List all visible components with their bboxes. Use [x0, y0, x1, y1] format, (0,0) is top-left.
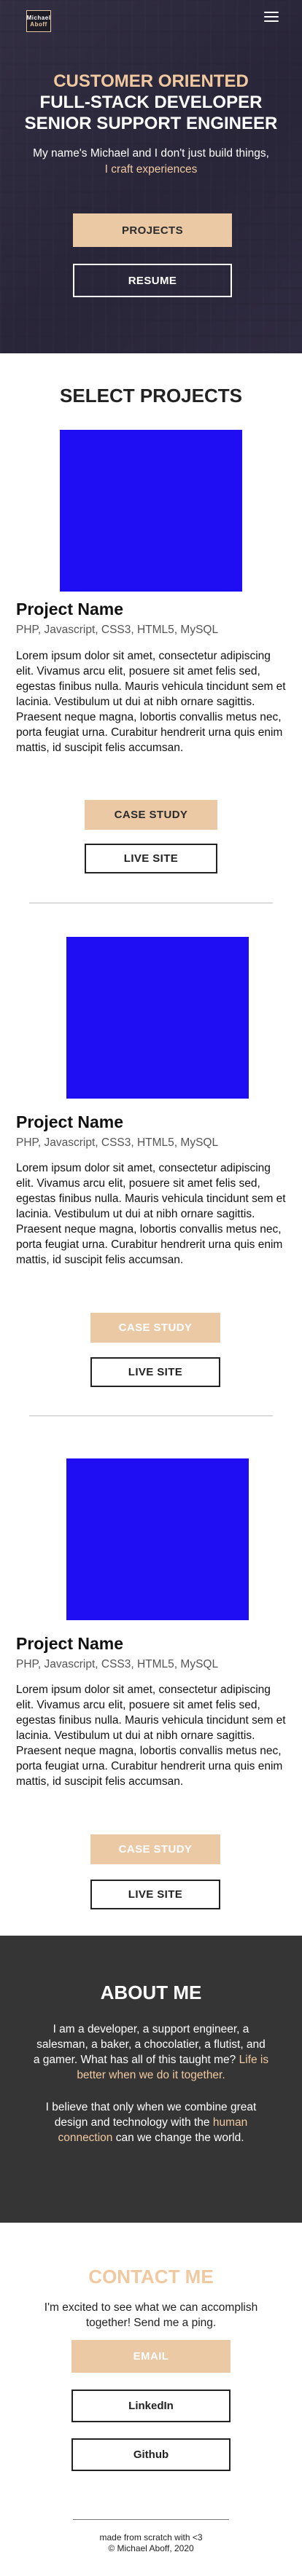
hero-intro-line-1: My name's Michael and I don't just build…: [33, 147, 269, 160]
project-3-image[interactable]: [66, 1458, 249, 1620]
hero-section: Michael Aboff CUSTOMER ORIENTED FULL-STA…: [0, 0, 302, 353]
project-1-case-study-button[interactable]: CASE STUDY: [85, 800, 217, 830]
resume-button[interactable]: RESUME: [73, 264, 232, 297]
hero-title-line-1: FULL-STACK DEVELOPER: [39, 93, 263, 112]
project-3-live-site-button[interactable]: LIVE SITE: [90, 1880, 220, 1909]
project-1-name: Project Name: [16, 600, 124, 619]
project-1-description: Lorem ipsum dolor sit amet, consectetur …: [16, 650, 286, 754]
email-button[interactable]: EMAIL: [71, 2340, 231, 2373]
hamburger-menu-icon[interactable]: [264, 12, 279, 23]
contact-text: I'm excited to see what we can accomplis…: [44, 2301, 258, 2329]
about-paragraph-1: I am a developer, a support engineer, a …: [32, 2022, 270, 2083]
about-section: ABOUT ME I am a developer, a support eng…: [0, 1936, 302, 2223]
site-logo[interactable]: Michael Aboff: [26, 10, 51, 32]
hero-eyebrow: CUSTOMER ORIENTED: [53, 71, 249, 91]
about-paragraph-2: I believe that only when we combine grea…: [32, 2100, 270, 2145]
footer-copyright: © Michael Aboff, 2020: [108, 2543, 194, 2553]
about-p1-text: I am a developer, a support engineer, a …: [33, 2023, 266, 2066]
project-2-tech: PHP, Javascript, CSS3, HTML5, MySQL: [16, 1136, 219, 1149]
footer-line-1: made from scratch with <3: [99, 2532, 203, 2542]
linkedin-button[interactable]: LinkedIn: [71, 2390, 231, 2422]
project-3-description: Lorem ipsum dolor sit amet, consectetur …: [16, 1684, 286, 1788]
project-2-case-study-button[interactable]: CASE STUDY: [90, 1313, 220, 1343]
logo-line-1: Michael: [26, 15, 51, 21]
project-3-case-study-button-visible[interactable]: CASE STUDY: [90, 1834, 220, 1864]
projects-heading: SELECT PROJECTS: [60, 385, 242, 407]
project-1-image[interactable]: [60, 430, 242, 592]
project-divider: [29, 1415, 273, 1416]
about-heading: ABOUT ME: [100, 1982, 202, 2003]
contact-heading: CONTACT ME: [88, 2266, 214, 2288]
project-1-tech: PHP, Javascript, CSS3, HTML5, MySQL: [16, 624, 219, 636]
projects-button[interactable]: PROJECTS: [73, 213, 232, 247]
project-2-description: Lorem ipsum dolor sit amet, consectetur …: [16, 1162, 286, 1266]
hero-title-line-2: SENIOR SUPPORT ENGINEER: [24, 114, 278, 133]
about-p2-end: can we change the world.: [115, 2132, 244, 2144]
github-button[interactable]: Github: [71, 2438, 231, 2471]
project-3-name: Project Name: [16, 1634, 124, 1653]
project-2-image[interactable]: [66, 937, 249, 1099]
project-1-live-site-button[interactable]: LIVE SITE: [85, 844, 217, 873]
logo-line-2: Aboff: [30, 21, 47, 28]
hero-intro-line-2: I craft experiences: [104, 163, 198, 176]
project-2-live-site-button[interactable]: LIVE SITE: [90, 1357, 220, 1387]
footer-divider: [73, 2519, 229, 2520]
project-3-tech: PHP, Javascript, CSS3, HTML5, MySQL: [16, 1658, 219, 1670]
hero-intro: My name's Michael and I don't just build…: [0, 146, 302, 178]
project-2-name: Project Name: [16, 1112, 124, 1131]
